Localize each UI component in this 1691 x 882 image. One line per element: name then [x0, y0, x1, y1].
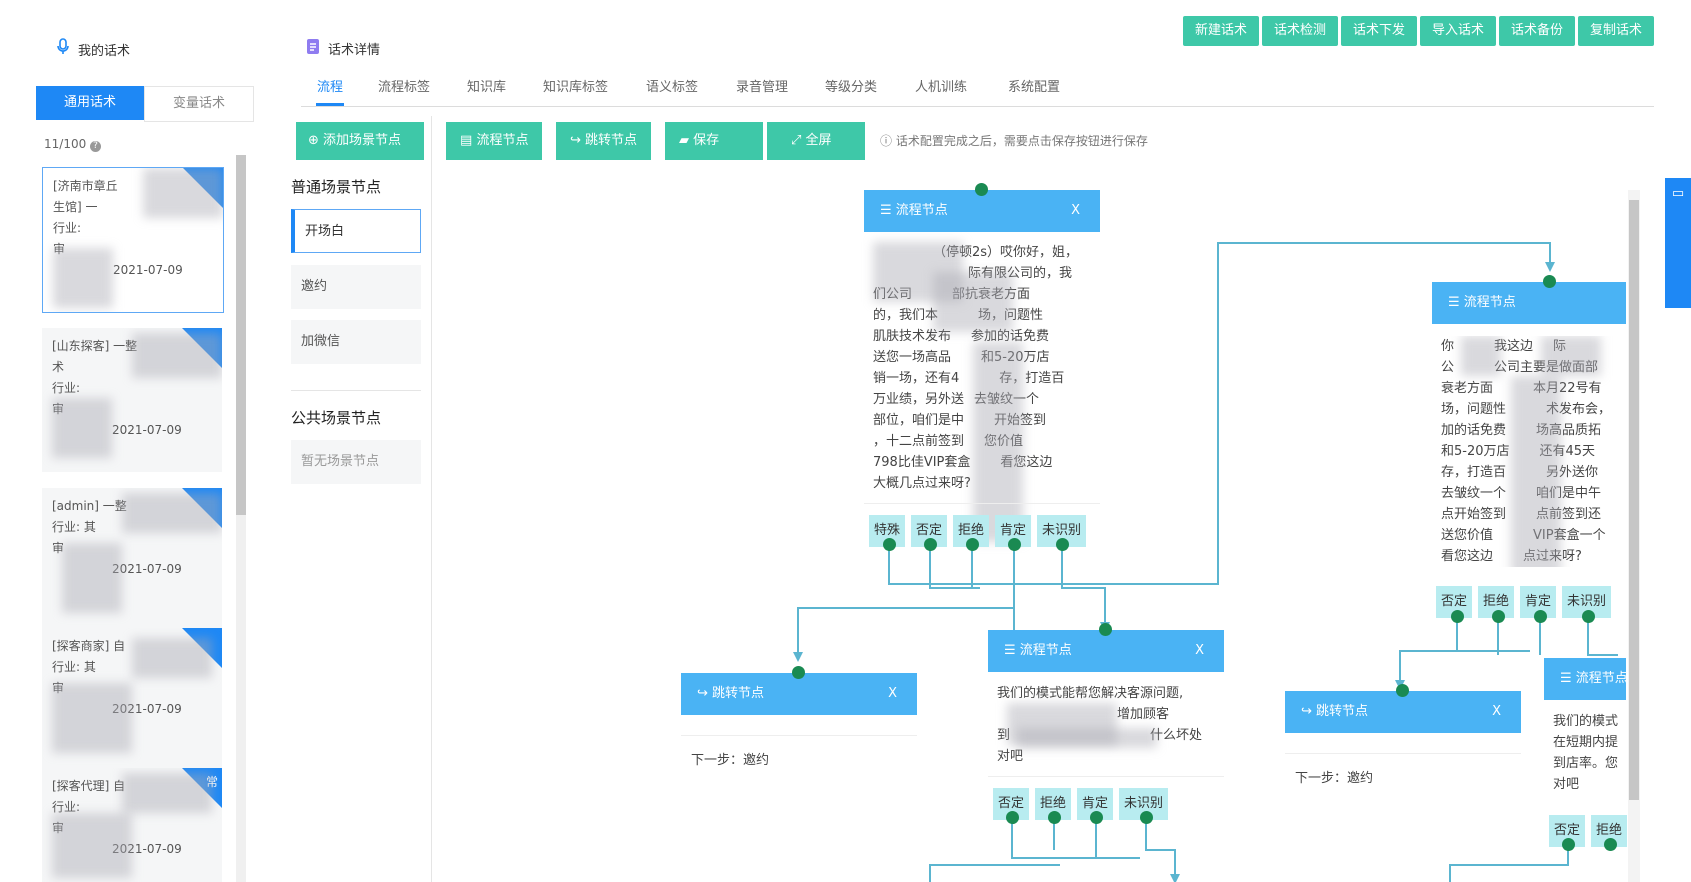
- output-port[interactable]: [1562, 838, 1575, 851]
- menu-icon: ☰: [1004, 643, 1016, 658]
- jump-node-title: 跳转节点: [712, 686, 765, 701]
- menu-icon: ☰: [1560, 671, 1572, 686]
- output-port[interactable]: [883, 538, 896, 551]
- node-input-port[interactable]: [975, 183, 988, 196]
- flow-node-title: 流程节点: [1463, 295, 1516, 310]
- output-port[interactable]: [1090, 811, 1103, 824]
- jump-node-header[interactable]: ↪ 跳转节点 X: [1285, 691, 1521, 733]
- output-port[interactable]: [966, 538, 979, 551]
- jump-node-header[interactable]: ↪ 跳转节点 X: [681, 673, 917, 715]
- output-port[interactable]: [1582, 610, 1595, 623]
- output-port[interactable]: [1492, 610, 1505, 623]
- node-input-port[interactable]: [1543, 275, 1556, 288]
- node-input-port[interactable]: [1099, 623, 1112, 636]
- share-arrow-icon: ↪: [697, 686, 708, 701]
- side-float-tab[interactable]: ▭: [1665, 178, 1691, 308]
- flow-node-header[interactable]: ☰ 流程节点: [1544, 658, 1626, 700]
- output-port[interactable]: [1604, 838, 1617, 851]
- close-node-button[interactable]: X: [1195, 630, 1204, 672]
- output-port[interactable]: [1006, 811, 1019, 824]
- flow-node-header[interactable]: ☰ 流程节点 X: [988, 630, 1224, 672]
- output-port[interactable]: [924, 538, 937, 551]
- close-node-button[interactable]: X: [1492, 691, 1501, 733]
- flow-node-body: 你我这边际 公公司主要是做面部 衰老方面 本月22号有 场，问题性 术发布会， 加的…: [1441, 336, 1627, 567]
- output-port[interactable]: [1048, 811, 1061, 824]
- flow-node-body: 我们的模式 在短期内提 到店率。您 对吧: [1553, 714, 1619, 792]
- output-port[interactable]: [1451, 610, 1464, 623]
- flow-node-title: 流程节点: [1019, 643, 1072, 658]
- canvas-scrollbar[interactable]: [1628, 190, 1640, 882]
- share-arrow-icon: ↪: [1301, 704, 1312, 719]
- output-port[interactable]: [1140, 811, 1153, 824]
- flow-node-title: 流程节点: [1575, 671, 1626, 686]
- flow-node-title: 流程节点: [895, 203, 948, 218]
- flow-node-header[interactable]: ☰ 流程节点: [1432, 282, 1626, 324]
- chat-icon: ▭: [1671, 186, 1685, 201]
- jump-node-title: 跳转节点: [1316, 704, 1369, 719]
- menu-icon: ☰: [880, 203, 892, 218]
- node-input-port[interactable]: [1396, 684, 1409, 697]
- jump-next-step: 下一步：邀约: [691, 753, 770, 768]
- output-port[interactable]: [1008, 538, 1021, 551]
- jump-next-step: 下一步：邀约: [1295, 771, 1374, 786]
- output-port[interactable]: [1056, 538, 1069, 551]
- menu-icon: ☰: [1448, 295, 1460, 310]
- flow-node-header[interactable]: ☰ 流程节点 X: [864, 190, 1100, 232]
- flow-node-body: （停顿2s）哎你好，姐， 际有限公司的，我 们公司 部抗衰老方面 的，我们本 场，问…: [873, 242, 1088, 542]
- flow-node-body: 我们的模式能帮您解决客源问题, 增加顾客 到什么坏处 对吧: [997, 686, 1203, 764]
- output-port[interactable]: [1534, 610, 1547, 623]
- close-node-button[interactable]: X: [1071, 190, 1080, 232]
- flow-connectors: [793, 242, 1618, 882]
- canvas-scrollbar-thumb[interactable]: [1629, 200, 1639, 800]
- close-node-button[interactable]: X: [888, 673, 897, 715]
- node-input-port[interactable]: [792, 666, 805, 679]
